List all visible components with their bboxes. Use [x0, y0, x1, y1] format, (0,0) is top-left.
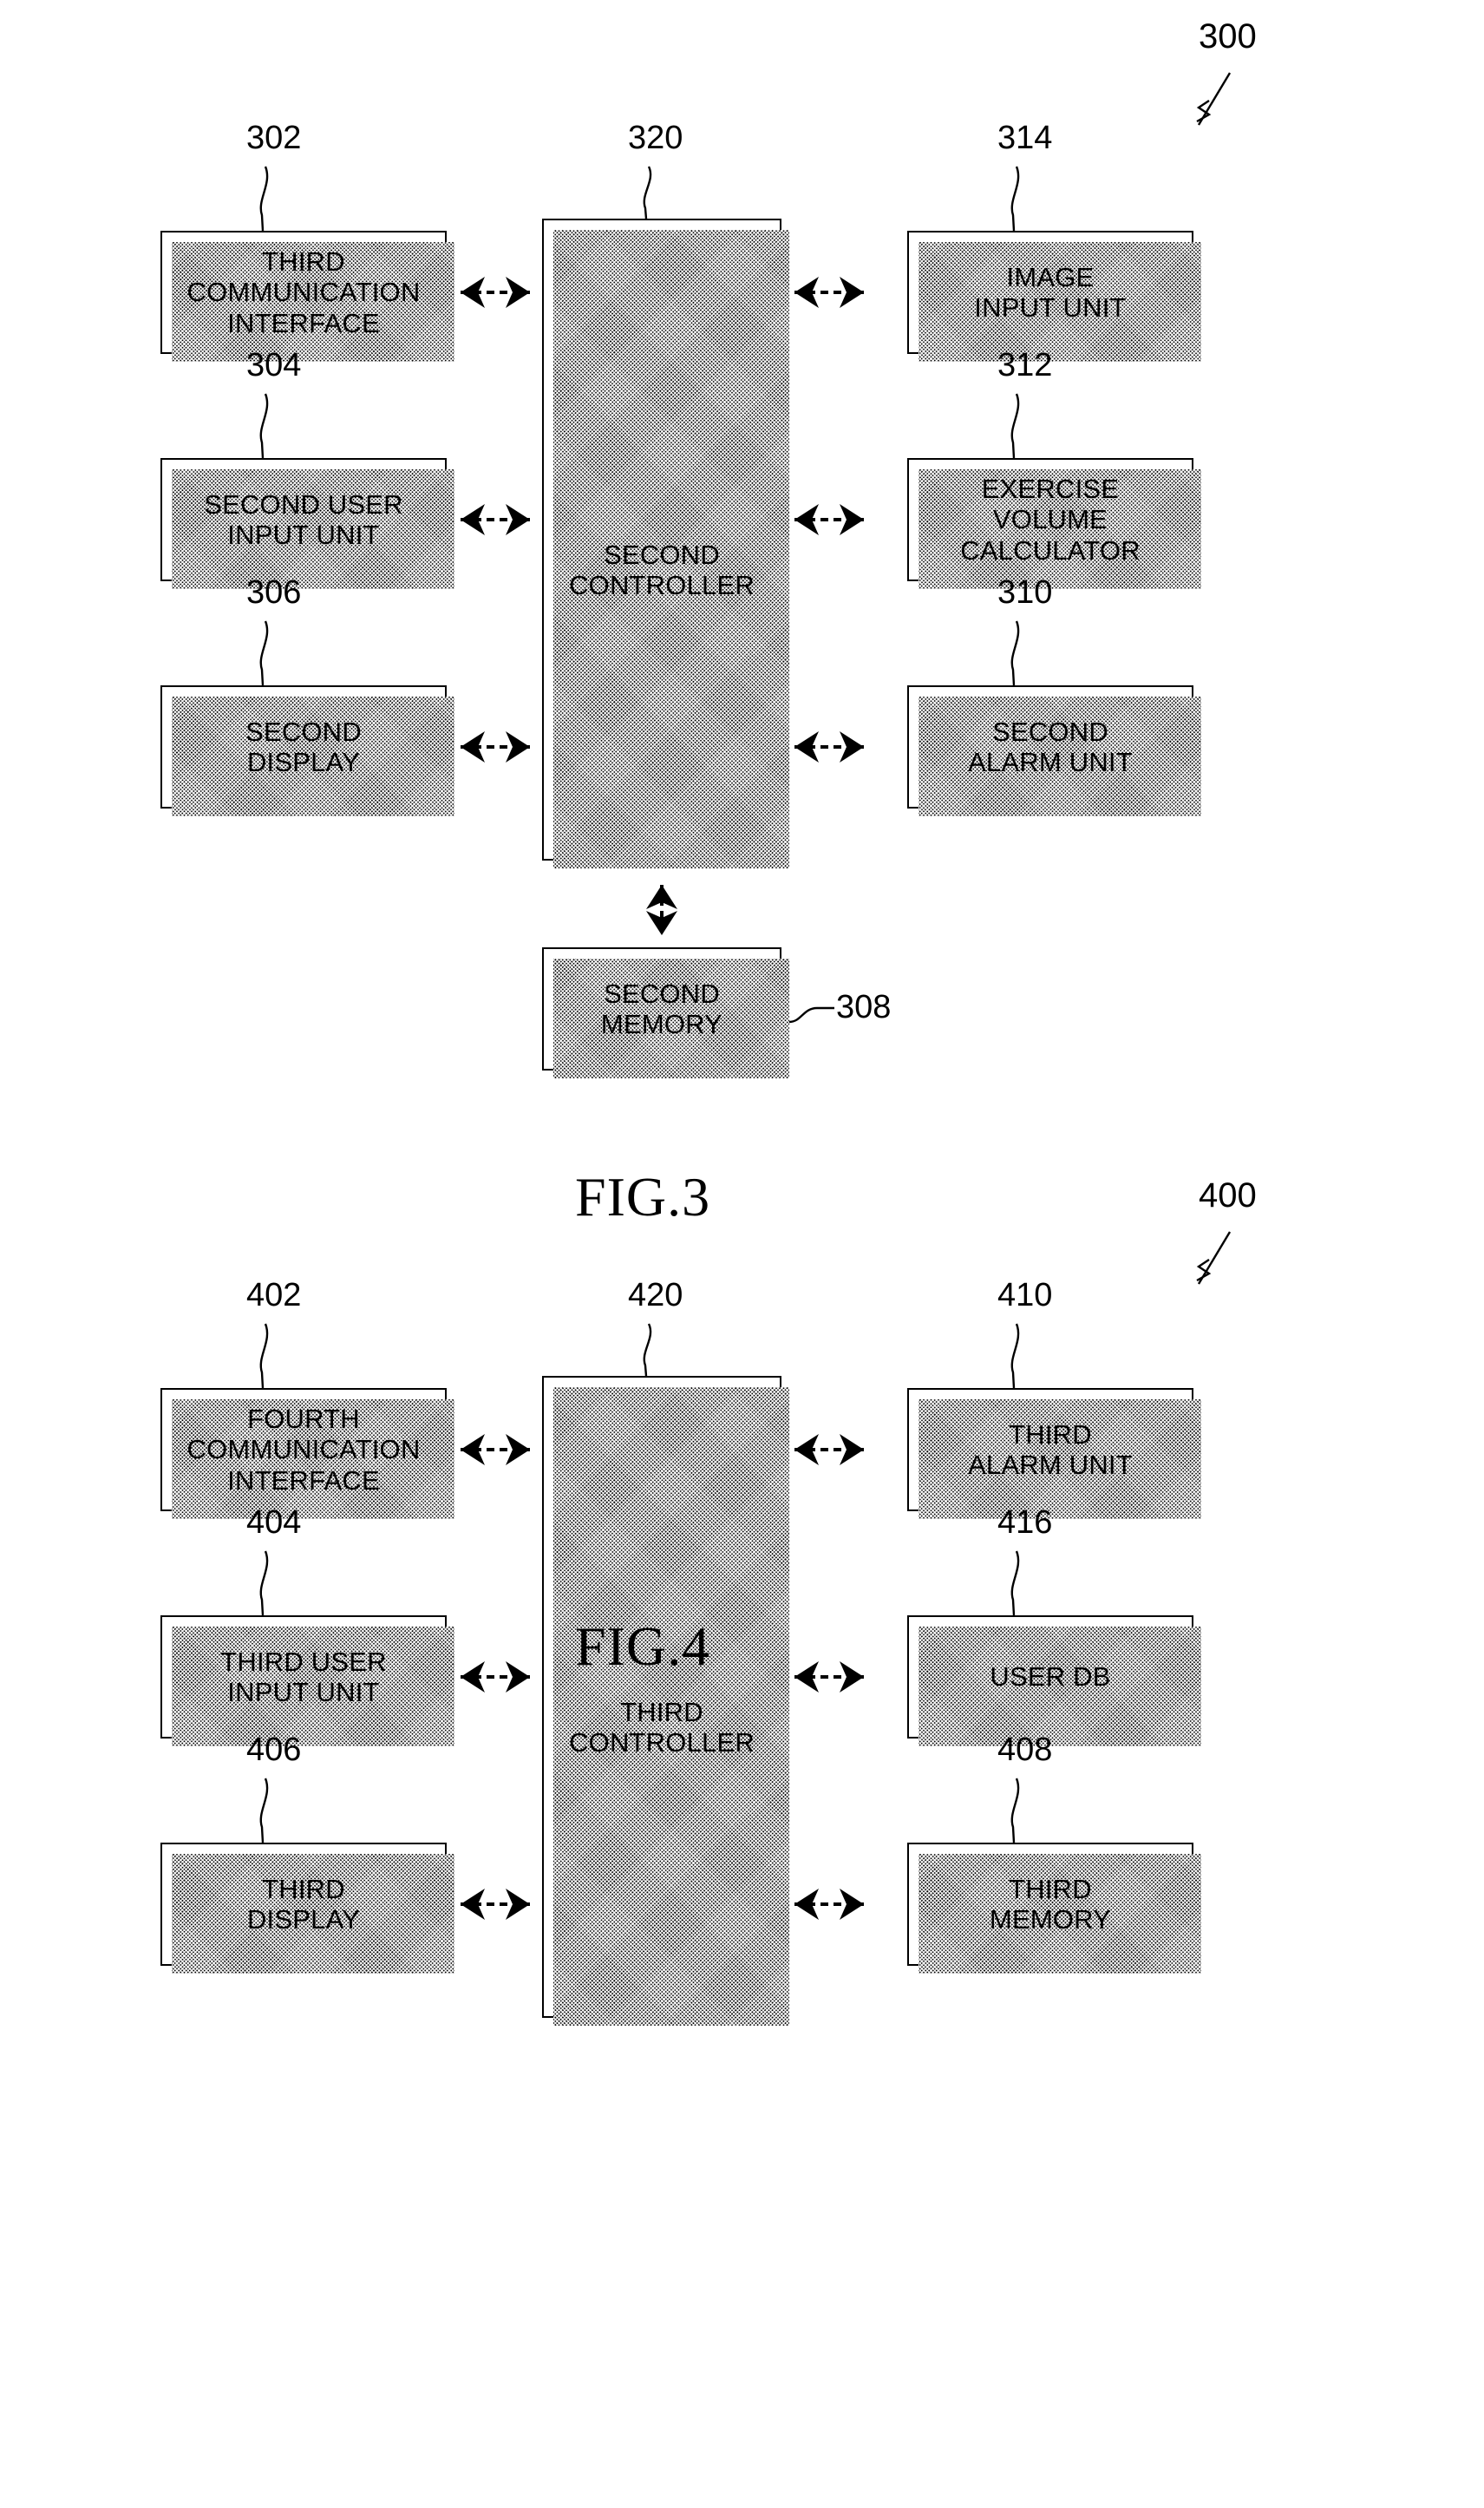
block-second-display[interactable]: SECOND DISPLAY — [160, 685, 454, 816]
arrow-420-to-410 — [794, 1434, 864, 1465]
arrow-402-to-420 — [461, 1434, 530, 1465]
numeral-410: 410 — [997, 1277, 1053, 1313]
block-image-input-unit[interactable]: IMAGE INPUT UNIT — [907, 231, 1201, 362]
block-second-alarm-unit[interactable]: SECOND ALARM UNIT — [907, 685, 1201, 816]
numeral-304: 304 — [246, 347, 302, 383]
block-third-user-input-unit[interactable]: THIRD USER INPUT UNIT — [160, 1615, 454, 1746]
block-user-db[interactable]: USER DB — [907, 1615, 1201, 1746]
block-second-user-input-unit[interactable]: SECOND USER INPUT UNIT — [160, 458, 454, 589]
leader-320 — [643, 166, 652, 219]
block-label: SECOND CONTROLLER — [569, 540, 755, 601]
numeral-404: 404 — [246, 1504, 302, 1541]
block-third-alarm-unit[interactable]: THIRD ALARM UNIT — [907, 1388, 1201, 1519]
leader-410 — [1010, 1323, 1020, 1389]
arrow-320-to-312 — [794, 504, 864, 535]
numeral-406: 406 — [246, 1732, 302, 1768]
block-label: THIRD ALARM UNIT — [968, 1418, 1133, 1480]
numeral-312: 312 — [997, 347, 1053, 383]
leader-416 — [1010, 1550, 1020, 1616]
arrow-320-to-310 — [794, 731, 864, 763]
numeral-308: 308 — [836, 989, 892, 1025]
numeral-420: 420 — [628, 1277, 683, 1313]
leader-302 — [259, 166, 269, 232]
block-label: THIRD CONTROLLER — [569, 1697, 755, 1758]
leader-308 — [788, 1006, 834, 1024]
leader-406 — [259, 1778, 269, 1843]
block-label: THIRD MEMORY — [989, 1873, 1112, 1935]
arrow-406-to-420 — [461, 1889, 530, 1920]
numeral-314: 314 — [997, 120, 1053, 156]
arrow-302-to-320 — [461, 277, 530, 308]
arrow-306-to-320 — [461, 731, 530, 763]
leader-420 — [643, 1323, 652, 1377]
leader-314 — [1010, 166, 1020, 232]
numeral-320: 320 — [628, 120, 683, 156]
numeral-408: 408 — [997, 1732, 1053, 1768]
block-third-communication-interface[interactable]: THIRD COMMUNICATION INTERFACE — [160, 231, 454, 362]
figure-caption-4: FIG.4 — [575, 1615, 711, 1677]
arrow-304-to-320 — [461, 504, 530, 535]
numeral-306: 306 — [246, 574, 302, 611]
block-third-memory[interactable]: THIRD MEMORY — [907, 1843, 1201, 1974]
block-label: IMAGE INPUT UNIT — [974, 261, 1127, 323]
block-fourth-communication-interface[interactable]: FOURTH COMMUNICATION INTERFACE — [160, 1388, 454, 1519]
block-label: THIRD COMMUNICATION INTERFACE — [186, 246, 421, 338]
block-label: SECOND DISPLAY — [245, 716, 362, 777]
system-numeral-300: 300 — [1199, 17, 1257, 56]
leader-312 — [1010, 393, 1020, 459]
numeral-416: 416 — [997, 1504, 1053, 1541]
block-label: THIRD DISPLAY — [246, 1873, 361, 1935]
block-label: SECOND MEMORY — [600, 978, 723, 1039]
patent-drawing-sheet: 300 THIRD COMMUNICATION INTERFACE 302 SE… — [0, 0, 1484, 2508]
leader-306 — [259, 620, 269, 686]
block-exercise-volume-calculator[interactable]: EXERCISE VOLUME CALCULATOR — [907, 458, 1201, 589]
arrow-420-to-408 — [794, 1889, 864, 1920]
block-second-memory[interactable]: SECOND MEMORY — [542, 947, 789, 1078]
block-label: USER DB — [990, 1661, 1111, 1693]
block-label: SECOND USER INPUT UNIT — [204, 488, 403, 550]
system-leader-300 — [1196, 72, 1232, 126]
system-numeral-400: 400 — [1199, 1176, 1257, 1215]
leader-310 — [1010, 620, 1020, 686]
arrow-320-to-314 — [794, 277, 864, 308]
block-third-display[interactable]: THIRD DISPLAY — [160, 1843, 454, 1974]
leader-402 — [259, 1323, 269, 1389]
numeral-302: 302 — [246, 120, 302, 156]
system-leader-400 — [1196, 1231, 1232, 1285]
figure-caption-3: FIG.3 — [575, 1166, 711, 1228]
arrow-420-to-416 — [794, 1661, 864, 1693]
block-label: THIRD USER INPUT UNIT — [220, 1646, 387, 1707]
block-third-controller[interactable]: THIRD CONTROLLER — [542, 1376, 789, 2026]
numeral-402: 402 — [246, 1277, 302, 1313]
block-second-controller[interactable]: SECOND CONTROLLER — [542, 219, 789, 868]
block-label: FOURTH COMMUNICATION INTERFACE — [186, 1404, 421, 1496]
block-label: SECOND ALARM UNIT — [968, 716, 1133, 777]
leader-408 — [1010, 1778, 1020, 1843]
leader-404 — [259, 1550, 269, 1616]
arrow-320-to-308 — [646, 885, 677, 935]
numeral-310: 310 — [997, 574, 1053, 611]
leader-304 — [259, 393, 269, 459]
block-label: EXERCISE VOLUME CALCULATOR — [960, 474, 1141, 566]
arrow-404-to-420 — [461, 1661, 530, 1693]
